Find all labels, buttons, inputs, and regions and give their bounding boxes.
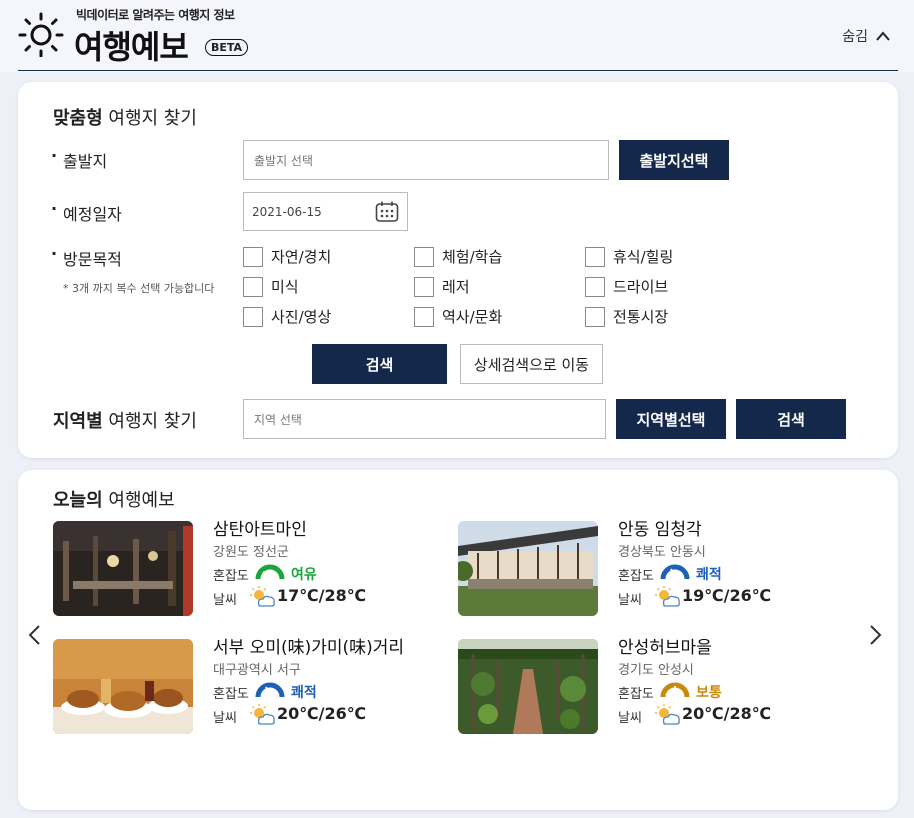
hide-toggle-button[interactable]: 숨김 (842, 26, 890, 46)
partly-cloudy-icon (250, 586, 275, 607)
crowd-label: 혼잡도 (618, 569, 654, 584)
departure-input[interactable]: 출발지 선택 (243, 140, 609, 180)
crowd-label: 혼잡도 (618, 687, 654, 702)
brand-title: 여행예보 (74, 28, 189, 66)
crowd-gauge-icon (660, 564, 690, 580)
weather-label: 날씨 (213, 593, 237, 608)
calendar-icon[interactable] (375, 201, 399, 223)
purpose-hint: * 3개 까지 복수 선택 가능합니다 (63, 282, 215, 295)
custom-search-title: 맞춤형 여행지 찾기 (53, 108, 197, 129)
destination-region: 경상북도 안동시 (618, 545, 706, 560)
purpose-checkbox-experience[interactable]: 체험/학습 (414, 246, 502, 267)
chevron-right-icon[interactable] (864, 624, 886, 646)
temperature: 20℃/26℃ (277, 704, 367, 723)
sun-logo-icon (18, 12, 64, 57)
crowd-status: 보통 (696, 685, 722, 701)
beta-badge: BETA (205, 39, 249, 56)
destination-card[interactable]: 삼탄아트마인 강원도 정선군 혼잡도 여유 날씨 17℃/28℃ (53, 520, 433, 621)
search-panel: 맞춤형 여행지 찾기 출발지 출발지 선택 출발지선택 예정일자 2021-06… (18, 82, 898, 458)
temperature: 20℃/28℃ (682, 704, 772, 723)
purpose-checkbox-leisure[interactable]: 레저 (414, 276, 470, 297)
region-search-title: 지역별 여행지 찾기 (53, 411, 197, 432)
purpose-checkbox-photo[interactable]: 사진/영상 (243, 306, 331, 327)
crowd-gauge-icon (660, 682, 690, 698)
crowd-gauge-icon (255, 564, 285, 580)
destination-region: 강원도 정선군 (213, 545, 289, 560)
region-select-button[interactable]: 지역별선택 (616, 399, 726, 439)
destination-name: 서부 오미(味)가미(味)거리 (213, 638, 405, 658)
crowd-gauge-icon (255, 682, 285, 698)
weather-label: 날씨 (213, 711, 237, 726)
date-input[interactable]: 2021-06-15 (243, 192, 408, 231)
custom-search-button[interactable]: 검색 (312, 344, 447, 384)
destination-region: 대구광역시 서구 (213, 663, 301, 678)
purpose-checkbox-history[interactable]: 역사/문화 (414, 306, 502, 327)
departure-select-button[interactable]: 출발지선택 (619, 140, 729, 180)
destination-photo (53, 639, 193, 734)
crowd-label: 혼잡도 (213, 687, 249, 702)
today-forecast-panel: 오늘의 여행예보 삼탄아트마인 강원도 정선군 혼잡도 여유 날씨 17℃/28… (18, 470, 898, 810)
crowd-status: 여유 (291, 567, 317, 583)
purpose-checkbox-market[interactable]: 전통시장 (585, 306, 668, 327)
departure-label: 출발지 (51, 146, 107, 172)
header: 빅데이터로 알려주는 여행지 정보 여행예보 BETA 숨김 (0, 0, 914, 72)
destination-name: 삼탄아트마인 (213, 520, 307, 540)
crowd-status: 쾌적 (291, 685, 317, 701)
chevron-up-icon (876, 31, 890, 41)
destination-photo (458, 639, 598, 734)
date-label: 예정일자 (51, 199, 122, 225)
destination-region: 경기도 안성시 (618, 663, 694, 678)
destination-card[interactable]: 안동 임청각 경상북도 안동시 혼잡도 쾌적 날씨 19℃/26℃ (458, 520, 838, 621)
destination-card[interactable]: 서부 오미(味)가미(味)거리 대구광역시 서구 혼잡도 쾌적 날씨 20℃/2… (53, 638, 433, 739)
today-title: 오늘의 여행예보 (53, 490, 175, 511)
temperature: 19℃/26℃ (682, 586, 772, 605)
purpose-checkbox-drive[interactable]: 드라이브 (585, 276, 668, 297)
weather-label: 날씨 (618, 593, 642, 608)
header-divider (18, 70, 898, 71)
purpose-checkbox-nature[interactable]: 자연/경치 (243, 246, 331, 267)
temperature: 17℃/28℃ (277, 586, 367, 605)
tagline: 빅데이터로 알려주는 여행지 정보 (76, 8, 235, 22)
region-search-button[interactable]: 검색 (736, 399, 846, 439)
date-value: 2021-06-15 (252, 204, 322, 219)
destination-card[interactable]: 안성허브마을 경기도 안성시 혼잡도 보통 날씨 20℃/28℃ (458, 638, 838, 739)
partly-cloudy-icon (655, 704, 680, 725)
partly-cloudy-icon (250, 704, 275, 725)
crowd-status: 쾌적 (696, 567, 722, 583)
destination-photo (53, 521, 193, 616)
partly-cloudy-icon (655, 586, 680, 607)
hide-label: 숨김 (842, 29, 868, 45)
destination-name: 안성허브마을 (618, 638, 712, 658)
purpose-checkbox-healing[interactable]: 휴식/힐링 (585, 246, 673, 267)
detail-search-button[interactable]: 상세검색으로 이동 (460, 344, 603, 384)
purpose-checkbox-gourmet[interactable]: 미식 (243, 276, 299, 297)
chevron-left-icon[interactable] (24, 624, 46, 646)
weather-label: 날씨 (618, 711, 642, 726)
destination-name: 안동 임청각 (618, 520, 702, 540)
region-input[interactable]: 지역 선택 (243, 399, 606, 439)
crowd-label: 혼잡도 (213, 569, 249, 584)
purpose-label: 방문목적 (51, 244, 122, 270)
destination-photo (458, 521, 598, 616)
